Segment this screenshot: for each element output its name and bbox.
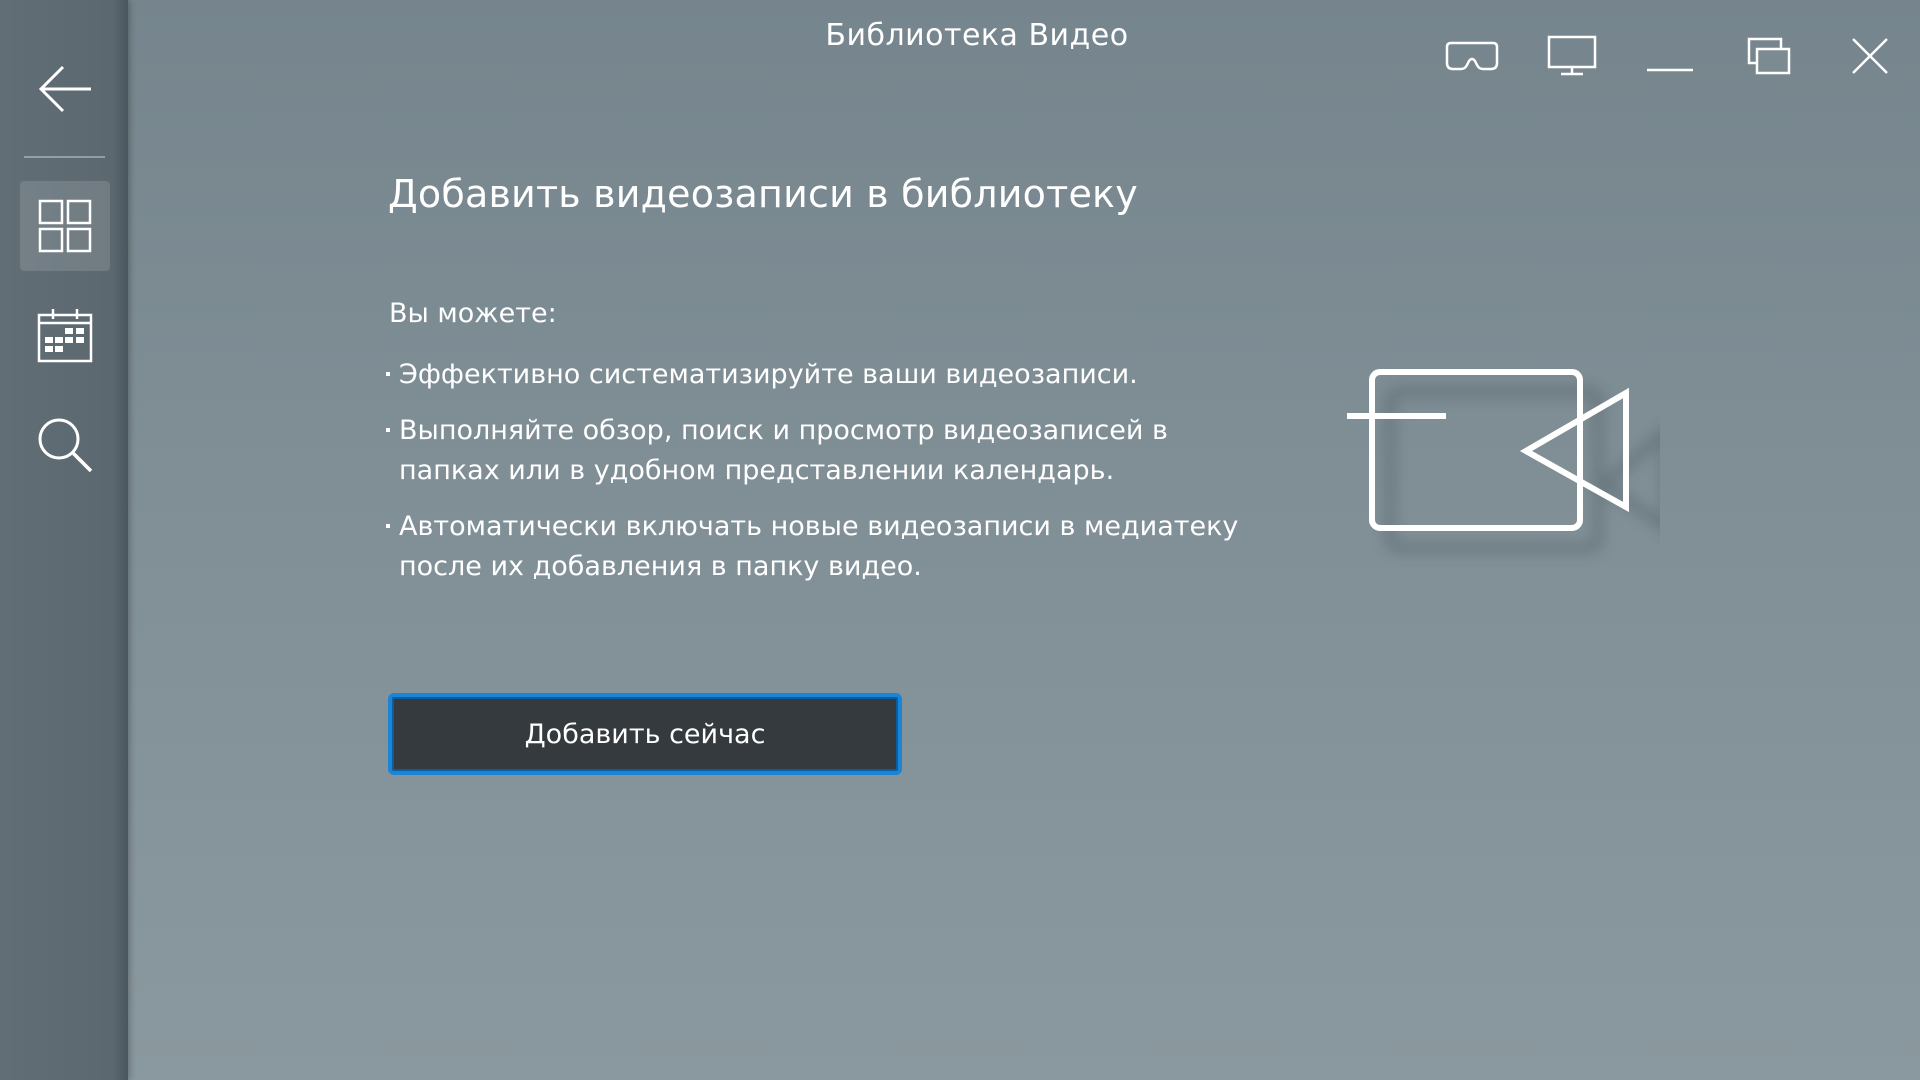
feature-item: Выполняйте обзор, поиск и просмотр видео…: [386, 411, 1266, 491]
minimize-button[interactable]: [1630, 28, 1710, 84]
add-now-button[interactable]: Добавить сейчас: [388, 693, 902, 775]
grid-icon: [38, 199, 92, 253]
close-icon: [1852, 38, 1888, 74]
monitor-icon: [1547, 35, 1597, 76]
restore-icon: [1747, 37, 1791, 75]
sidebar-divider: [24, 156, 105, 158]
sidebar-item-calendar[interactable]: [20, 290, 110, 380]
feature-item: Автоматически включать новые видеозаписи…: [386, 507, 1266, 587]
intro-text: Вы можете:: [389, 298, 557, 329]
sidebar: [0, 0, 128, 1080]
display-button[interactable]: [1532, 28, 1612, 84]
feature-list: Эффективно систематизируйте ваши видеоза…: [386, 355, 1266, 603]
close-button[interactable]: [1830, 28, 1910, 84]
minimize-icon: [1647, 68, 1693, 72]
page-heading: Добавить видеозаписи в библиотеку: [388, 172, 1138, 216]
calendar-icon: [37, 309, 93, 363]
app-title-text: Библиотека Видео: [825, 18, 1129, 53]
search-icon: [38, 418, 93, 473]
restore-button[interactable]: [1730, 28, 1810, 84]
feature-item: Эффективно систематизируйте ваши видеоза…: [386, 355, 1266, 395]
back-button[interactable]: [20, 44, 110, 134]
sidebar-item-library[interactable]: [20, 181, 110, 271]
vr-mode-button[interactable]: [1432, 28, 1512, 84]
vr-headset-icon: [1445, 41, 1499, 71]
sidebar-item-search[interactable]: [20, 400, 110, 490]
back-arrow-icon: [38, 65, 91, 113]
video-camera-icon: [1347, 369, 1660, 553]
